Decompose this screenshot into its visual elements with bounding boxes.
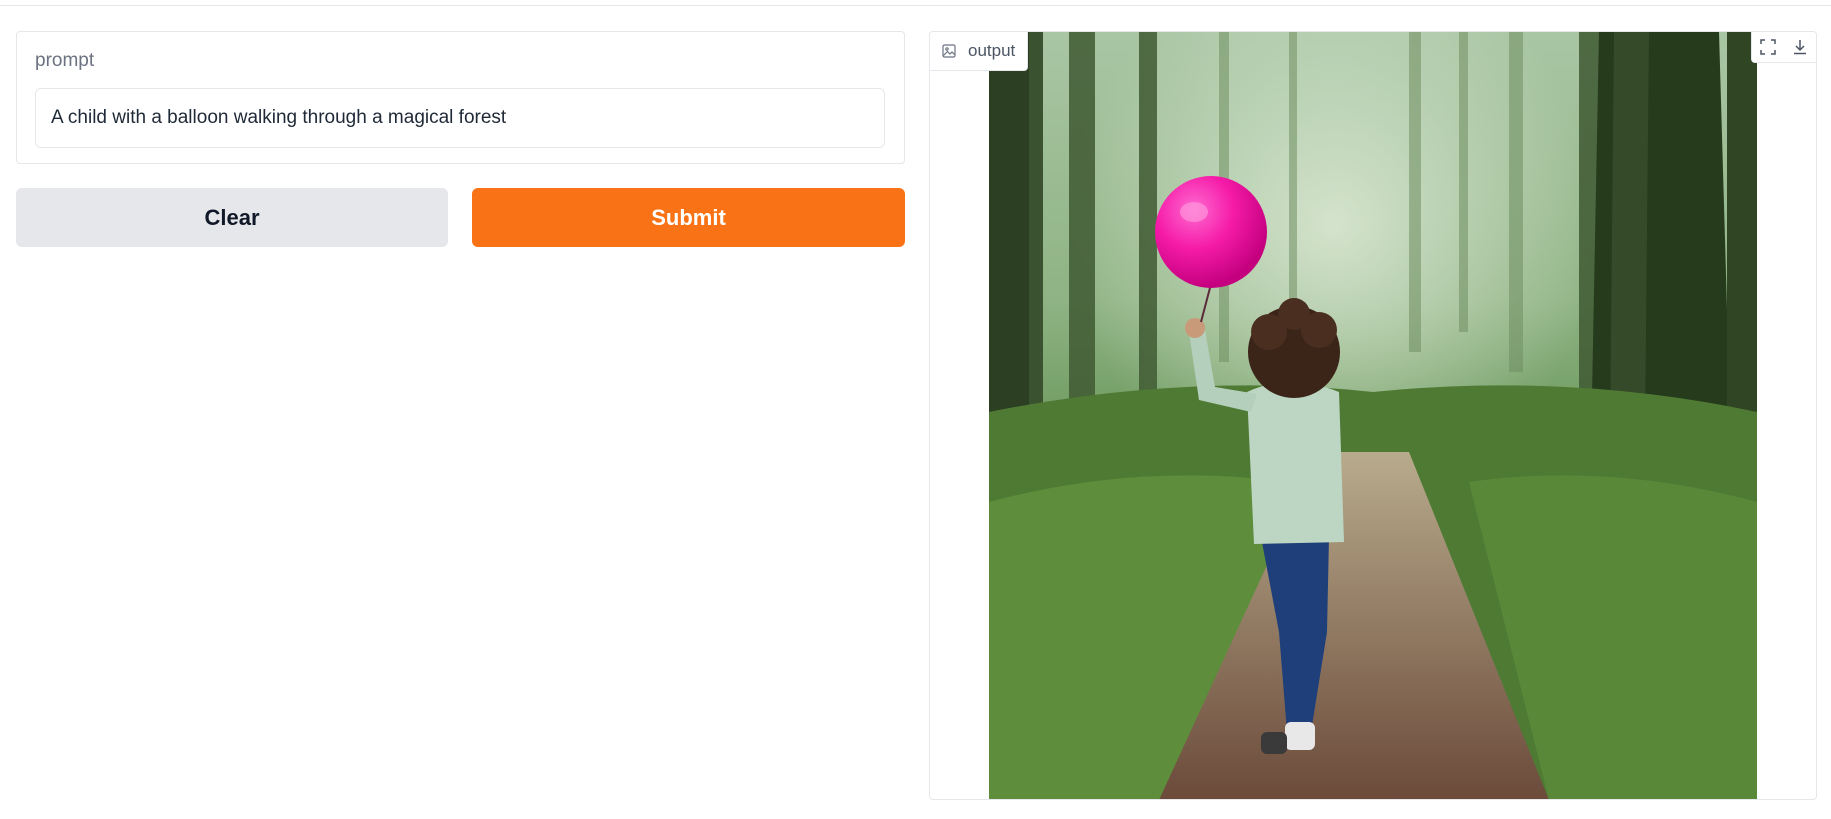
- output-label: output: [968, 41, 1016, 60]
- download-icon[interactable]: [1784, 32, 1816, 62]
- prompt-label: prompt: [35, 50, 95, 71]
- clear-button[interactable]: Clear: [16, 188, 448, 247]
- output-label-tag: output: [930, 32, 1029, 71]
- submit-button[interactable]: Submit: [472, 188, 905, 247]
- generated-image: [989, 32, 1757, 799]
- fullscreen-icon[interactable]: [1752, 32, 1784, 62]
- prompt-input[interactable]: [35, 88, 885, 148]
- output-panel: output: [929, 31, 1817, 800]
- prompt-panel: prompt: [16, 31, 905, 164]
- image-icon: [942, 44, 956, 58]
- image-toolbar: [1751, 32, 1816, 63]
- top-divider: [0, 0, 1831, 6]
